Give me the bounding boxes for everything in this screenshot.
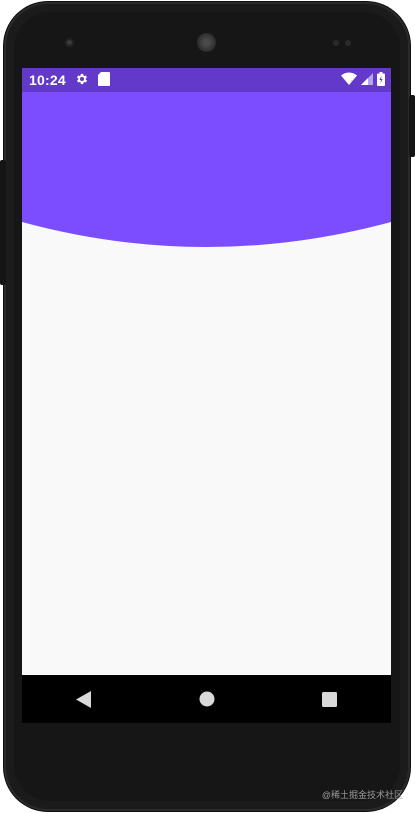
recents-button[interactable] [310, 679, 350, 719]
home-circle-icon [199, 691, 214, 707]
header-shape [22, 92, 391, 247]
sd-card-icon [97, 71, 110, 89]
front-camera [65, 38, 74, 47]
wifi-icon: x [341, 72, 357, 88]
back-triangle-icon [75, 690, 91, 708]
back-button[interactable] [64, 679, 104, 719]
earpiece-speaker [197, 33, 216, 52]
svg-text:x: x [351, 79, 355, 85]
status-time: 10:24 [29, 72, 66, 88]
battery-icon [377, 71, 385, 89]
volume-button [0, 160, 6, 285]
home-button[interactable] [187, 679, 227, 719]
watermark: @稀土掘金技术社区 [321, 790, 403, 800]
status-right-icons: x [341, 71, 385, 89]
gear-icon [75, 72, 89, 89]
power-button [409, 95, 415, 157]
recents-square-icon [322, 691, 337, 707]
device-screen: 10:24 x [22, 68, 391, 723]
navigation-bar [22, 675, 391, 723]
status-bar: 10:24 x [22, 68, 391, 92]
curved-header [22, 92, 391, 247]
signal-icon [361, 72, 373, 88]
light-sensor [345, 40, 351, 46]
proximity-sensor [333, 40, 339, 46]
